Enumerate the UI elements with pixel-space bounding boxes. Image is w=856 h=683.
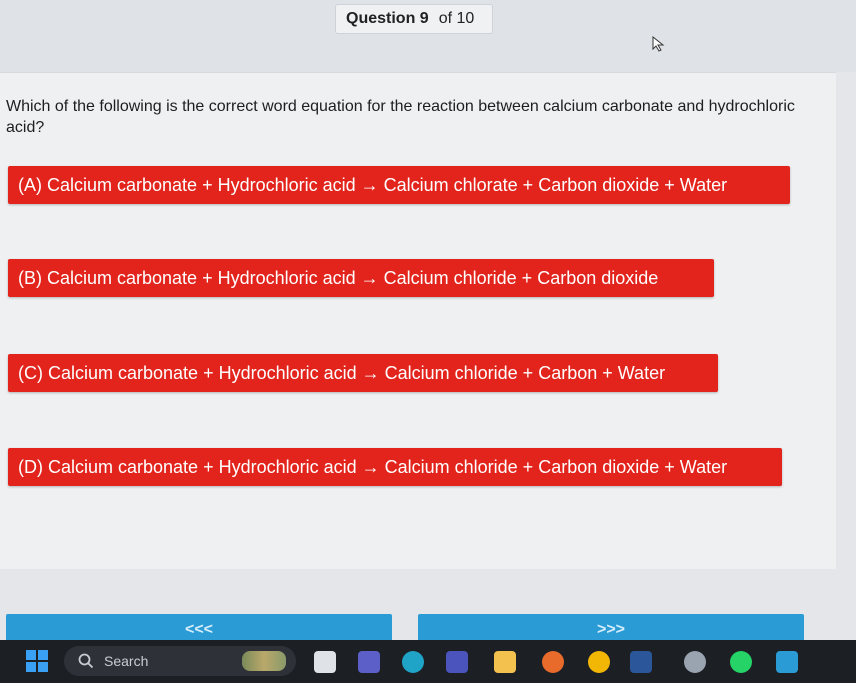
chrome-icon[interactable]	[588, 651, 610, 673]
question-total: of 10	[438, 10, 475, 27]
search-icon	[78, 653, 94, 669]
question-text: Which of the following is the correct wo…	[6, 98, 795, 136]
word-icon[interactable]	[630, 651, 652, 673]
color-picker-icon[interactable]	[684, 651, 706, 673]
option-b[interactable]: (B) Calcium carbonate + Hydrochloric aci…	[8, 259, 714, 297]
teams-chat-icon[interactable]	[446, 651, 468, 673]
taskbar: Search	[0, 640, 856, 683]
folder-icon[interactable]	[494, 651, 516, 673]
app-icon[interactable]	[776, 651, 798, 673]
question-number: Question 9	[346, 10, 429, 27]
option-d[interactable]: (D) Calcium carbonate + Hydrochloric aci…	[8, 448, 782, 486]
windows-start-icon[interactable]	[26, 650, 48, 672]
firefox-icon[interactable]	[542, 651, 564, 673]
taskbar-search[interactable]: Search	[64, 646, 296, 676]
option-c[interactable]: (C) Calcium carbonate + Hydrochloric aci…	[8, 354, 718, 392]
search-highlight-image	[242, 651, 286, 671]
question-card	[0, 72, 836, 569]
mouse-cursor-icon	[652, 36, 665, 52]
question-counter: Question 9 of 10	[335, 4, 493, 34]
option-a[interactable]: (A) Calcium carbonate + Hydrochloric aci…	[8, 166, 790, 204]
edge-icon[interactable]	[402, 651, 424, 673]
whatsapp-icon[interactable]	[730, 651, 752, 673]
teams-icon[interactable]	[358, 651, 380, 673]
search-placeholder: Search	[104, 653, 149, 669]
file-manager-icon[interactable]	[314, 651, 336, 673]
